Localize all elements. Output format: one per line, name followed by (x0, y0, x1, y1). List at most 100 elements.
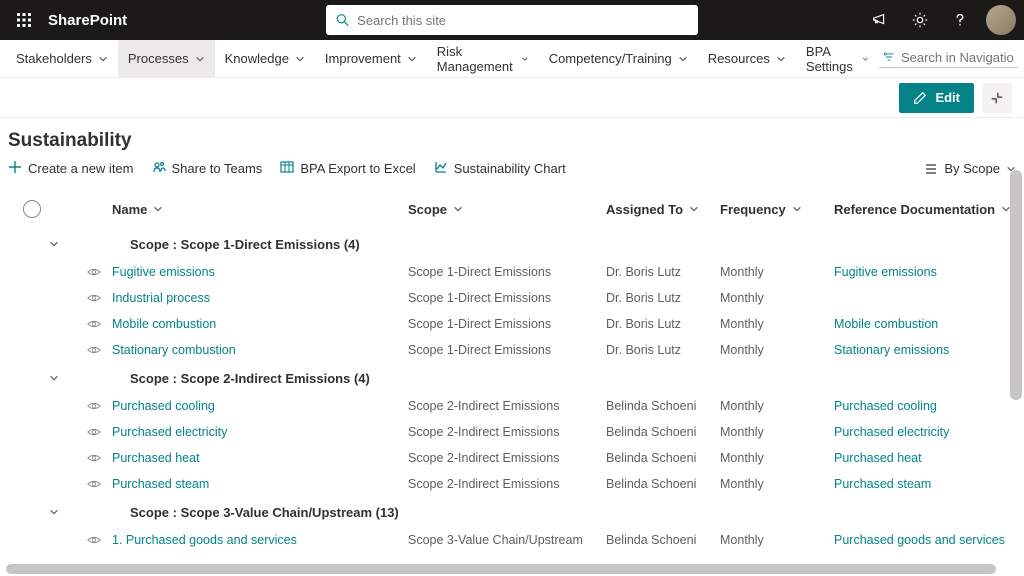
group-row[interactable]: Scope : Scope 2-Indirect Emissions (4) (12, 363, 1012, 393)
collapse-icon[interactable] (982, 83, 1012, 113)
frequency-cell: Monthly (720, 399, 834, 413)
create-item-button[interactable]: Create a new item (8, 160, 134, 177)
create-label: Create a new item (28, 161, 134, 176)
nav-item-risk-management[interactable]: Risk Management (427, 40, 539, 78)
col-scope[interactable]: Scope (408, 202, 606, 217)
nav-item-stakeholders[interactable]: Stakeholders (6, 40, 118, 78)
edit-label: Edit (935, 90, 960, 105)
nav-item-competency-training[interactable]: Competency/Training (539, 40, 698, 78)
scope-cell: Scope 1-Direct Emissions (408, 317, 606, 331)
frequency-cell: Monthly (720, 533, 834, 547)
search-input[interactable] (357, 13, 688, 28)
frequency-cell: Monthly (720, 477, 834, 491)
item-link[interactable]: Mobile combustion (112, 317, 216, 331)
edit-button[interactable]: Edit (899, 83, 974, 113)
col-reference[interactable]: Reference Documentation (834, 202, 1012, 217)
app-launcher-icon[interactable] (8, 4, 40, 36)
table-row[interactable]: Purchased coolingScope 2-Indirect Emissi… (12, 393, 1012, 419)
col-name[interactable]: Name (112, 202, 408, 217)
view-label: By Scope (944, 161, 1000, 176)
item-link[interactable]: Purchased steam (112, 477, 209, 491)
scope-cell: Scope 2-Indirect Emissions (408, 425, 606, 439)
brand-label: SharePoint (48, 12, 127, 29)
scope-cell: Scope 1-Direct Emissions (408, 265, 606, 279)
table-row[interactable]: Purchased electricity Scope 2-Indirect Em… (12, 419, 1012, 445)
preview-icon[interactable] (76, 533, 112, 547)
col-frequency[interactable]: Frequency (720, 202, 834, 217)
chart-label: Sustainability Chart (454, 161, 566, 176)
chart-button[interactable]: Sustainability Chart (434, 160, 566, 177)
preview-icon[interactable] (76, 399, 112, 413)
item-link[interactable]: Purchased heat (112, 451, 200, 465)
reference-link[interactable]: Purchased cooling (834, 399, 1012, 413)
reference-link[interactable]: Stationary emissions (834, 343, 1012, 357)
frequency-cell: Monthly (720, 317, 834, 331)
table-row[interactable]: 1. Purchased goods and servicesScope 3-V… (12, 527, 1012, 553)
column-header-row: Name Scope Assigned To Frequency Referen… (12, 189, 1012, 229)
page-title: Sustainability (0, 118, 1024, 160)
reference-link[interactable]: Mobile combustion (834, 317, 1012, 331)
scope-cell: Scope 1-Direct Emissions (408, 291, 606, 305)
frequency-cell: Monthly (720, 425, 834, 439)
nav-item-resources[interactable]: Resources (698, 40, 796, 78)
scope-cell: Scope 2-Indirect Emissions (408, 477, 606, 491)
table-row[interactable]: Stationary combustionScope 1-Direct Emis… (12, 337, 1012, 363)
chevron-down-icon[interactable] (42, 507, 66, 517)
preview-icon[interactable] (76, 343, 112, 357)
item-link[interactable]: 1. Purchased goods and services (112, 533, 297, 547)
search-box[interactable] (326, 5, 698, 35)
preview-icon[interactable] (76, 265, 112, 279)
frequency-cell: Monthly (720, 265, 834, 279)
group-row[interactable]: Scope : Scope 1-Direct Emissions (4) (12, 229, 1012, 259)
preview-icon[interactable] (76, 317, 112, 331)
item-link[interactable]: Purchased electricity (112, 425, 227, 439)
table-row[interactable]: Fugitive emissions Scope 1-Direct Emissio… (12, 259, 1012, 285)
item-link[interactable]: Stationary combustion (112, 343, 236, 357)
table-row[interactable]: Purchased heatScope 2-Indirect Emissions… (12, 445, 1012, 471)
table-row[interactable]: Mobile combustion Scope 1-Direct Emission… (12, 311, 1012, 337)
share-teams-button[interactable]: Share to Teams (152, 160, 263, 177)
nav-search-input[interactable] (901, 50, 1014, 65)
help-icon[interactable] (942, 2, 978, 38)
item-link[interactable]: Purchased cooling (112, 399, 215, 413)
share-label: Share to Teams (172, 161, 263, 176)
assigned-cell: Belinda Schoeni (606, 451, 720, 465)
table-row[interactable]: Purchased steam Scope 2-Indirect Emission… (12, 471, 1012, 497)
nav-item-improvement[interactable]: Improvement (315, 40, 427, 78)
reference-link[interactable]: Purchased goods and services (834, 533, 1012, 547)
preview-icon[interactable] (76, 291, 112, 305)
megaphone-icon[interactable] (862, 2, 898, 38)
reference-link[interactable]: Purchased electricity (834, 425, 1012, 439)
preview-icon[interactable] (76, 451, 112, 465)
nav-item-knowledge[interactable]: Knowledge (215, 40, 315, 78)
vertical-scrollbar[interactable] (1010, 170, 1022, 400)
nav-item-processes[interactable]: Processes (118, 40, 215, 78)
reference-link[interactable]: Purchased heat (834, 451, 1012, 465)
assigned-cell: Belinda Schoeni (606, 477, 720, 491)
export-label: BPA Export to Excel (300, 161, 415, 176)
reference-link[interactable]: Fugitive emissions (834, 265, 1012, 279)
preview-icon[interactable] (76, 477, 112, 491)
group-row[interactable]: Scope : Scope 3-Value Chain/Upstream (13… (12, 497, 1012, 527)
gear-icon[interactable] (902, 2, 938, 38)
horizontal-scrollbar[interactable] (6, 564, 996, 574)
reference-link[interactable]: Purchased steam (834, 477, 1012, 491)
select-all-checkbox[interactable] (23, 200, 41, 218)
export-excel-button[interactable]: BPA Export to Excel (280, 160, 415, 177)
avatar[interactable] (986, 5, 1016, 35)
table-area: Name Scope Assigned To Frequency Referen… (0, 185, 1024, 553)
chevron-down-icon[interactable] (42, 239, 66, 249)
view-selector[interactable]: By Scope (924, 161, 1016, 176)
assigned-cell: Belinda Schoeni (606, 399, 720, 413)
col-assigned[interactable]: Assigned To (606, 202, 720, 217)
item-link[interactable]: Industrial process (112, 291, 210, 305)
assigned-cell: Belinda Schoeni (606, 533, 720, 547)
item-link[interactable]: Fugitive emissions (112, 265, 215, 279)
nav-item-bpa-settings[interactable]: BPA Settings (796, 40, 879, 78)
chevron-down-icon[interactable] (42, 373, 66, 383)
table-row[interactable]: Industrial process Scope 1-Direct Emissio… (12, 285, 1012, 311)
preview-icon[interactable] (76, 425, 112, 439)
nav-search[interactable] (879, 50, 1018, 68)
edit-row: Edit (0, 78, 1024, 118)
assigned-cell: Dr. Boris Lutz (606, 317, 720, 331)
